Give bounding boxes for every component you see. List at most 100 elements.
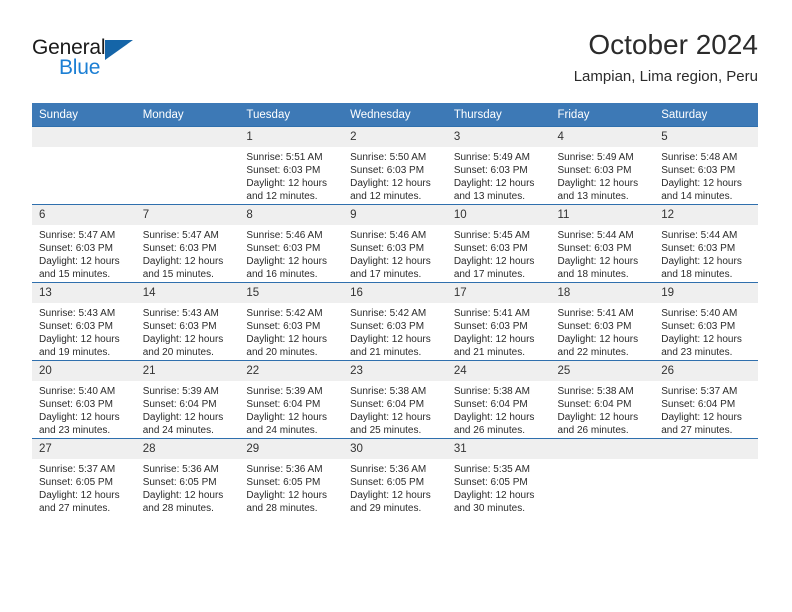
sunset-text: Sunset: 6:03 PM — [557, 321, 632, 333]
calendar-day-cell[interactable]: 12 Sunrise: 5:44 AM Sunset: 6:03 PM Dayl… — [654, 204, 758, 283]
calendar-day-cell[interactable]: 3 Sunrise: 5:49 AM Sunset: 6:03 PM Dayli… — [446, 126, 551, 205]
daylight-text-line2: and 27 minutes. — [39, 503, 111, 515]
sunrise-text: Sunrise: 5:50 AM — [350, 152, 427, 163]
day-number: 25 — [550, 361, 655, 381]
calendar-day-cell[interactable] — [654, 438, 758, 516]
calendar-day-cell[interactable]: 30 Sunrise: 5:36 AM Sunset: 6:05 PM Dayl… — [343, 438, 447, 516]
daylight-text-line1: Daylight: 12 hours — [350, 412, 431, 424]
sunset-text: Sunset: 6:05 PM — [246, 477, 321, 489]
daylight-text-line2: and 28 minutes. — [246, 503, 318, 515]
day-details — [654, 459, 758, 463]
sunrise-text: Sunrise: 5:36 AM — [142, 464, 219, 475]
sunrise-text: Sunrise: 5:38 AM — [453, 386, 530, 397]
calendar-day-cell[interactable]: 11 Sunrise: 5:44 AM Sunset: 6:03 PM Dayl… — [550, 204, 655, 283]
day-details: Sunrise: 5:39 AM Sunset: 6:04 PM Dayligh… — [136, 381, 240, 437]
day-number: 9 — [343, 205, 447, 225]
daylight-text-line2: and 17 minutes. — [453, 269, 525, 281]
calendar-day-cell[interactable]: 29 Sunrise: 5:36 AM Sunset: 6:05 PM Dayl… — [239, 438, 344, 516]
sunrise-text: Sunrise: 5:36 AM — [246, 464, 323, 475]
weekday-header-tuesday: Tuesday — [239, 103, 344, 127]
calendar-day-cell[interactable] — [135, 126, 240, 205]
daylight-text-line2: and 13 minutes. — [453, 191, 525, 203]
day-number: 21 — [135, 361, 240, 381]
sunset-text: Sunset: 6:05 PM — [39, 477, 113, 489]
calendar-day-cell[interactable]: 23 Sunrise: 5:38 AM Sunset: 6:04 PM Dayl… — [343, 360, 447, 439]
sunset-text: Sunset: 6:03 PM — [557, 165, 632, 177]
day-details: Sunrise: 5:50 AM Sunset: 6:03 PM Dayligh… — [343, 147, 447, 203]
day-details: Sunrise: 5:41 AM Sunset: 6:03 PM Dayligh… — [447, 303, 551, 359]
sunset-text: Sunset: 6:03 PM — [350, 165, 425, 177]
day-number: 23 — [343, 361, 447, 381]
calendar-day-cell[interactable]: 6 Sunrise: 5:47 AM Sunset: 6:03 PM Dayli… — [32, 204, 136, 283]
calendar-day-cell[interactable]: 13 Sunrise: 5:43 AM Sunset: 6:03 PM Dayl… — [32, 282, 136, 361]
calendar-day-cell[interactable]: 25 Sunrise: 5:38 AM Sunset: 6:04 PM Dayl… — [550, 360, 655, 439]
daylight-text-line1: Daylight: 12 hours — [246, 412, 328, 424]
sunset-text: Sunset: 6:04 PM — [246, 399, 321, 411]
day-number: 28 — [135, 439, 240, 459]
day-details: Sunrise: 5:49 AM Sunset: 6:03 PM Dayligh… — [551, 147, 655, 203]
calendar-day-cell[interactable]: 4 Sunrise: 5:49 AM Sunset: 6:03 PM Dayli… — [550, 126, 655, 205]
calendar-day-cell[interactable]: 20 Sunrise: 5:40 AM Sunset: 6:03 PM Dayl… — [32, 360, 136, 439]
daylight-text-line2: and 30 minutes. — [453, 503, 525, 515]
day-details: Sunrise: 5:42 AM Sunset: 6:03 PM Dayligh… — [239, 303, 343, 359]
day-number: 31 — [446, 439, 551, 459]
calendar-day-cell[interactable]: 7 Sunrise: 5:47 AM Sunset: 6:03 PM Dayli… — [135, 204, 240, 283]
calendar-day-cell[interactable]: 10 Sunrise: 5:45 AM Sunset: 6:03 PM Dayl… — [446, 204, 551, 283]
sunrise-text: Sunrise: 5:36 AM — [350, 464, 427, 475]
day-number: 18 — [550, 283, 655, 303]
sunrise-text: Sunrise: 5:41 AM — [557, 308, 634, 319]
calendar-day-cell[interactable] — [32, 126, 136, 205]
location-subtitle: Lampian, Lima region, Peru — [573, 68, 758, 85]
sunrise-text: Sunrise: 5:46 AM — [246, 230, 323, 241]
day-details — [32, 147, 136, 151]
calendar-day-cell[interactable]: 5 Sunrise: 5:48 AM Sunset: 6:03 PM Dayli… — [654, 126, 758, 205]
calendar-day-cell[interactable]: 26 Sunrise: 5:37 AM Sunset: 6:04 PM Dayl… — [654, 360, 758, 439]
calendar-day-cell[interactable]: 14 Sunrise: 5:43 AM Sunset: 6:03 PM Dayl… — [135, 282, 240, 361]
day-number: 5 — [654, 127, 758, 147]
day-number: 27 — [32, 439, 136, 459]
calendar-day-cell[interactable]: 15 Sunrise: 5:42 AM Sunset: 6:03 PM Dayl… — [239, 282, 344, 361]
daylight-text-line1: Daylight: 12 hours — [453, 412, 535, 424]
sunrise-text: Sunrise: 5:44 AM — [557, 230, 634, 241]
calendar-day-cell[interactable]: 2 Sunrise: 5:50 AM Sunset: 6:03 PM Dayli… — [343, 126, 447, 205]
daylight-text-line2: and 23 minutes. — [39, 425, 111, 437]
page-header: General Blue October 2024 Lampian, Lima … — [32, 28, 758, 98]
sunset-text: Sunset: 6:03 PM — [453, 321, 528, 333]
calendar-day-cell[interactable]: 19 Sunrise: 5:40 AM Sunset: 6:03 PM Dayl… — [654, 282, 758, 361]
daylight-text-line1: Daylight: 12 hours — [142, 256, 224, 268]
day-details: Sunrise: 5:43 AM Sunset: 6:03 PM Dayligh… — [136, 303, 240, 359]
daylight-text-line2: and 19 minutes. — [39, 347, 111, 359]
calendar-day-cell[interactable] — [550, 438, 655, 516]
day-number: 22 — [239, 361, 344, 381]
sunset-text: Sunset: 6:05 PM — [453, 477, 528, 489]
day-number — [135, 127, 240, 147]
calendar-day-cell[interactable]: 8 Sunrise: 5:46 AM Sunset: 6:03 PM Dayli… — [239, 204, 344, 283]
daylight-text-line1: Daylight: 12 hours — [246, 178, 328, 190]
sunrise-text: Sunrise: 5:42 AM — [246, 308, 323, 319]
calendar-day-cell[interactable]: 28 Sunrise: 5:36 AM Sunset: 6:05 PM Dayl… — [135, 438, 240, 516]
calendar-day-cell[interactable]: 18 Sunrise: 5:41 AM Sunset: 6:03 PM Dayl… — [550, 282, 655, 361]
weekday-header-friday: Friday — [550, 103, 655, 127]
sunrise-text: Sunrise: 5:39 AM — [142, 386, 219, 397]
sunrise-text: Sunrise: 5:43 AM — [142, 308, 219, 319]
day-number — [550, 439, 655, 459]
calendar-day-cell[interactable]: 24 Sunrise: 5:38 AM Sunset: 6:04 PM Dayl… — [446, 360, 551, 439]
logo-triangle-icon — [105, 40, 133, 60]
sunset-text: Sunset: 6:04 PM — [142, 399, 217, 411]
day-details: Sunrise: 5:41 AM Sunset: 6:03 PM Dayligh… — [551, 303, 655, 359]
sunset-text: Sunset: 6:03 PM — [39, 321, 113, 333]
day-details — [551, 459, 655, 463]
sunset-text: Sunset: 6:03 PM — [246, 243, 321, 255]
calendar-day-cell[interactable]: 17 Sunrise: 5:41 AM Sunset: 6:03 PM Dayl… — [446, 282, 551, 361]
calendar-day-cell[interactable]: 21 Sunrise: 5:39 AM Sunset: 6:04 PM Dayl… — [135, 360, 240, 439]
calendar-day-cell[interactable]: 22 Sunrise: 5:39 AM Sunset: 6:04 PM Dayl… — [239, 360, 344, 439]
day-details: Sunrise: 5:37 AM Sunset: 6:05 PM Dayligh… — [32, 459, 136, 515]
sunrise-text: Sunrise: 5:37 AM — [39, 464, 116, 475]
day-number: 29 — [239, 439, 344, 459]
calendar-day-cell[interactable]: 27 Sunrise: 5:37 AM Sunset: 6:05 PM Dayl… — [32, 438, 136, 516]
calendar-day-cell[interactable]: 9 Sunrise: 5:46 AM Sunset: 6:03 PM Dayli… — [343, 204, 447, 283]
calendar-day-cell[interactable]: 16 Sunrise: 5:42 AM Sunset: 6:03 PM Dayl… — [343, 282, 447, 361]
sunset-text: Sunset: 6:04 PM — [350, 399, 425, 411]
calendar-day-cell[interactable]: 1 Sunrise: 5:51 AM Sunset: 6:03 PM Dayli… — [239, 126, 344, 205]
calendar-day-cell[interactable]: 31 Sunrise: 5:35 AM Sunset: 6:05 PM Dayl… — [446, 438, 551, 516]
